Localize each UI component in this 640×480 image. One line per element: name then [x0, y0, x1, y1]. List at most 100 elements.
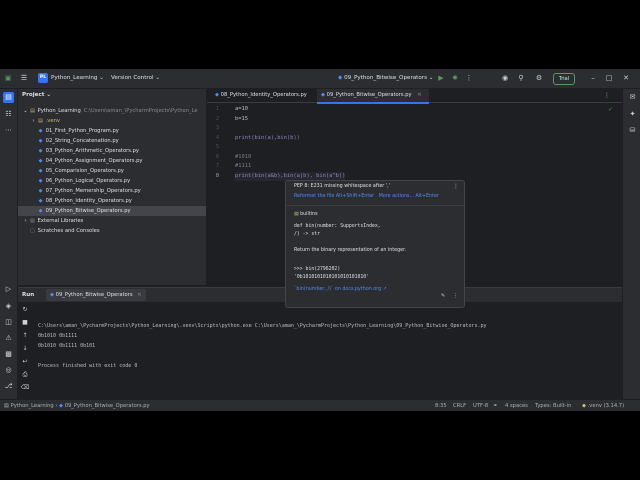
caret-position[interactable]: 8:35	[435, 400, 447, 411]
python-file-icon: ◆	[38, 158, 43, 164]
docs-link[interactable]: `bin(number, /)` on docs.python.org ↗	[294, 287, 387, 292]
terminal-icon[interactable]: ▩	[3, 349, 14, 360]
settings-icon[interactable]: ⚙	[534, 69, 544, 88]
run-icon[interactable]: ▶	[436, 69, 446, 88]
python-file-icon: ◆	[38, 148, 43, 154]
scratch-icon: ▢	[30, 228, 35, 234]
breadcrumb[interactable]: ▤ Python_Learning › ◆ 09_Python_Bitwise_…	[4, 400, 150, 411]
tree-file[interactable]: ◆ 03_Python_Arithmetic_Operators.py	[18, 146, 206, 156]
app-logo-icon: ▣	[4, 74, 12, 82]
python-file-icon: ◆	[38, 128, 43, 134]
quick-doc-popup: PEP 8: E231 missing whitespace after ','…	[285, 180, 465, 308]
line-ending[interactable]: CRLF	[453, 400, 466, 411]
structure-icon[interactable]: ☷	[3, 109, 14, 120]
run-tab[interactable]: ◆ 09_Python_Bitwise_Operators ✕	[46, 289, 146, 301]
python-interpreter[interactable]: ◆ .venv (3.14.7)	[582, 400, 624, 411]
chevron-right-icon: ›	[32, 118, 35, 124]
python-packages-icon[interactable]: ◈	[3, 301, 14, 312]
indent-setting[interactable]: 4 spaces	[505, 400, 528, 411]
tab-identity-operators[interactable]: ◆ 08_Python_Identity_Operators.py	[211, 89, 315, 102]
minimize-icon[interactable]: –	[588, 69, 598, 88]
debug-icon[interactable]: ✹	[450, 69, 460, 88]
type-checking[interactable]: Types: Built-in	[535, 400, 571, 411]
console-line: Process finished with exit code 0	[38, 363, 138, 369]
inspection-warning: PEP 8: E231 missing whitespace after ','	[294, 184, 390, 189]
tree-file[interactable]: ◆ 05_Comparision_Operators.py	[18, 166, 206, 176]
file-encoding[interactable]: UTF-8	[473, 400, 488, 411]
more-tools-icon[interactable]: ⋯	[3, 125, 14, 136]
tree-file[interactable]: ◆ 04_Python_Assignment_Operators.py	[18, 156, 206, 166]
tab-bitwise-operators[interactable]: ◆ 09_Python_Bitwise_Operators.py ✕	[317, 89, 429, 104]
more-icon[interactable]: ⋮	[464, 69, 474, 88]
tree-file-selected[interactable]: ◆ 09_Python_Bitwise_Operators.py	[18, 206, 206, 216]
chevron-down-icon: ⌄	[46, 92, 52, 98]
search-icon[interactable]: ⚲	[516, 69, 526, 88]
python-file-icon: ◆	[215, 92, 219, 98]
python-file-icon: ◆	[38, 168, 43, 174]
console-line: C:\Users\aman_\PycharmProjects\Python_Le…	[38, 323, 487, 329]
chevron-down-icon: ⌄	[428, 75, 434, 81]
more-icon[interactable]: ⋮	[602, 89, 612, 102]
maximize-icon[interactable]: □	[604, 69, 614, 88]
trial-badge[interactable]: Trial	[553, 73, 575, 85]
reformat-file-link[interactable]: Reformat the file Alt+Shift+Enter More a…	[294, 194, 439, 199]
python-file-icon: ◆	[38, 188, 43, 194]
tree-file[interactable]: ◆ 01_First_Python_Program.py	[18, 126, 206, 136]
doc-example: >>> bin(2796202)	[294, 267, 341, 272]
vcs-selector[interactable]: Version Control ⌄	[111, 69, 160, 88]
console-output[interactable]: C:\Users\aman_\PycharmProjects\Python_Le…	[38, 321, 487, 371]
services-icon[interactable]: ◎	[3, 365, 14, 376]
profile-icon[interactable]: ◉	[500, 69, 510, 88]
code-content[interactable]: a=10 b=15 print(bin(a),bin(b)) #1010 #11…	[235, 105, 346, 181]
ai-assistant-icon[interactable]: ✦	[627, 109, 638, 120]
doc-example: '0b1010101010101010101010'	[294, 275, 370, 280]
chevron-down-icon: ⌄	[155, 75, 161, 81]
vcs-label: Version Control	[111, 75, 154, 81]
edit-icon[interactable]: ✎	[441, 290, 445, 302]
tree-scratches[interactable]: ▢ Scratches and Consoles	[18, 226, 206, 236]
close-tab-icon[interactable]: ✕	[137, 292, 141, 298]
python-console-icon[interactable]: ◫	[3, 317, 14, 328]
project-selector[interactable]: Python_Learning ⌄	[51, 69, 104, 88]
python-file-icon: ◆	[38, 178, 43, 184]
tree-file[interactable]: ◆ 07_Python_Memership_Operators.py	[18, 186, 206, 196]
stop-icon[interactable]: ■	[20, 318, 30, 328]
scroll-up-icon[interactable]: ↑	[20, 331, 30, 341]
tree-root[interactable]: ⌄ ▤ Python_Learning C:\Users\aman_\Pycharm…	[18, 106, 206, 116]
run-config-selector[interactable]: ◆ 09_Python_Bitwise_Operators ⌄	[338, 69, 433, 88]
python-file-icon: ◆	[321, 92, 325, 98]
folder-icon[interactable]: ▤	[3, 92, 14, 103]
chevron-right-icon: ›	[24, 218, 27, 224]
more-icon[interactable]: ⋮	[453, 181, 459, 193]
project-panel-title[interactable]: Project ⌄	[22, 92, 51, 98]
project-tree: ⌄ ▤ Python_Learning C:\Users\aman_\Pycharm…	[18, 106, 206, 236]
tree-file[interactable]: ◆ 02_String_Concatenation.py	[18, 136, 206, 146]
python-file-icon: ◆	[38, 138, 43, 144]
chevron-down-icon: ⌄	[99, 75, 104, 81]
close-icon[interactable]: ✕	[620, 69, 632, 88]
print-icon[interactable]: ⎙	[20, 370, 30, 380]
chevron-down-icon: ⌄	[23, 108, 28, 114]
problems-icon[interactable]: ⚠	[3, 333, 14, 344]
tree-file[interactable]: ◆ 06_Python_Logical_Operators.py	[18, 176, 206, 186]
run-tool-icon[interactable]: ▷	[3, 284, 14, 295]
rerun-icon[interactable]: ↻	[20, 305, 30, 315]
trash-icon[interactable]: ⌫	[20, 383, 30, 393]
git-icon[interactable]: ⎇	[3, 381, 14, 392]
check-icon[interactable]: ✓	[608, 105, 613, 115]
main-menu-icon[interactable]: ☰	[19, 69, 29, 88]
tree-external-libraries[interactable]: › ▧ External Libraries	[18, 216, 206, 226]
tree-venv[interactable]: › ▤ .venv	[18, 116, 206, 126]
close-tab-icon[interactable]: ✕	[417, 92, 421, 98]
database-icon[interactable]: ⛁	[627, 125, 638, 136]
project-badge: PL	[38, 73, 48, 83]
tree-file[interactable]: ◆ 08_Python_Identity_Operators.py	[18, 196, 206, 206]
more-icon[interactable]: ⋮	[453, 290, 458, 302]
python-file-icon: ◆	[38, 198, 43, 204]
soft-wrap-icon[interactable]: ↩	[20, 357, 30, 367]
scroll-down-icon[interactable]: ↓	[20, 344, 30, 354]
notifications-icon[interactable]: ✉	[627, 92, 638, 103]
python-icon: ◆	[582, 403, 586, 409]
lock-icon[interactable]: ⚭	[493, 400, 497, 411]
